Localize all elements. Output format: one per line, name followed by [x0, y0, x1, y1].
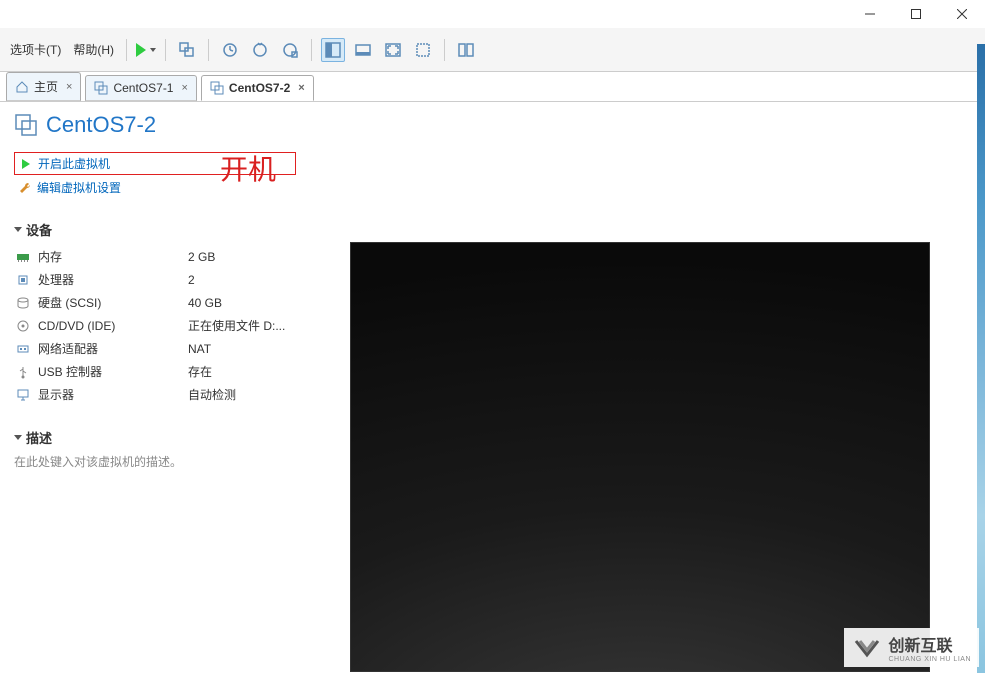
devices-section-header[interactable]: 设备	[14, 220, 296, 239]
tab-centos72[interactable]: CentOS7-2 ×	[201, 75, 314, 101]
tab-label: 主页	[34, 78, 58, 95]
vm-title: CentOS7-2	[46, 112, 156, 138]
device-value: 正在使用文件 D:...	[188, 317, 285, 334]
vm-icon	[14, 113, 38, 137]
device-row-net[interactable]: 网络适配器NAT	[14, 337, 296, 360]
chevron-down-icon	[150, 48, 156, 52]
description-section-header[interactable]: 描述	[14, 428, 296, 447]
cd-icon	[14, 319, 32, 333]
power-on-button[interactable]	[133, 41, 159, 59]
display-icon	[14, 388, 32, 402]
device-row-cpu[interactable]: 处理器2	[14, 268, 296, 291]
vm-header: CentOS7-2	[14, 112, 296, 138]
device-label: USB 控制器	[38, 363, 188, 380]
device-value: NAT	[188, 342, 211, 356]
device-value: 2 GB	[188, 250, 215, 264]
minimize-button[interactable]	[847, 0, 893, 28]
menu-tab-options[interactable]: 选项卡(T)	[4, 37, 67, 62]
device-label: CD/DVD (IDE)	[38, 319, 188, 333]
vm-icon	[94, 81, 108, 95]
maximize-button[interactable]	[893, 0, 939, 28]
watermark-sub: CHUANG XIN HU LIAN	[888, 656, 971, 663]
tab-home[interactable]: 主页 ×	[6, 72, 81, 101]
preview-panel	[310, 102, 985, 673]
fullscreen-button[interactable]	[381, 38, 405, 62]
tab-label: CentOS7-1	[113, 81, 173, 95]
play-icon	[136, 43, 146, 57]
library-button[interactable]	[454, 38, 478, 62]
home-icon	[15, 80, 29, 94]
snapshot-manager-button[interactable]	[278, 38, 302, 62]
devices-list: 内存2 GB处理器2硬盘 (SCSI)40 GBCD/DVD (IDE)正在使用…	[14, 245, 296, 406]
cpu-icon	[14, 273, 32, 287]
device-row-memory[interactable]: 内存2 GB	[14, 245, 296, 268]
net-icon	[14, 342, 32, 356]
menu-help[interactable]: 帮助(H)	[67, 37, 120, 62]
device-value: 存在	[188, 363, 212, 380]
annotation-poweron: 开机	[220, 148, 276, 188]
play-icon	[19, 157, 33, 171]
device-row-display[interactable]: 显示器自动检测	[14, 383, 296, 406]
description-placeholder[interactable]: 在此处键入对该虚拟机的描述。	[14, 453, 296, 470]
device-label: 处理器	[38, 271, 188, 288]
close-icon[interactable]: ×	[181, 82, 187, 94]
wrench-icon	[18, 181, 32, 195]
watermark-brand: 创新互联	[888, 632, 971, 656]
menubar: 选项卡(T) 帮助(H)	[0, 28, 985, 72]
watermark: 创新互联 CHUANG XIN HU LIAN	[844, 628, 979, 667]
memory-icon	[14, 250, 32, 264]
device-label: 内存	[38, 248, 188, 265]
device-value: 2	[188, 273, 195, 287]
device-label: 网络适配器	[38, 340, 188, 357]
chevron-down-icon	[14, 227, 22, 232]
vm-screen-preview[interactable]	[350, 242, 930, 672]
chevron-down-icon	[14, 435, 22, 440]
close-icon[interactable]: ×	[66, 81, 72, 93]
disk-icon	[14, 296, 32, 310]
close-icon[interactable]: ×	[298, 82, 304, 94]
vm-icon	[210, 81, 224, 95]
tab-centos71[interactable]: CentOS7-1 ×	[85, 75, 196, 101]
snapshot-revert-button[interactable]	[248, 38, 272, 62]
device-row-cd[interactable]: CD/DVD (IDE)正在使用文件 D:...	[14, 314, 296, 337]
send-to-back-button[interactable]	[175, 38, 199, 62]
stretch-button[interactable]	[411, 38, 435, 62]
close-button[interactable]	[939, 0, 985, 28]
device-label: 显示器	[38, 386, 188, 403]
tabbar: 主页 × CentOS7-1 × CentOS7-2 ×	[0, 72, 985, 102]
snapshot-button[interactable]	[218, 38, 242, 62]
watermark-logo-icon	[852, 633, 882, 663]
window-edge-decoration	[977, 44, 985, 673]
device-value: 自动检测	[188, 386, 236, 403]
device-value: 40 GB	[188, 296, 222, 310]
device-row-disk[interactable]: 硬盘 (SCSI)40 GB	[14, 291, 296, 314]
window-controls	[847, 0, 985, 28]
action-label: 开启此虚拟机	[38, 155, 110, 172]
device-label: 硬盘 (SCSI)	[38, 294, 188, 311]
device-row-usb[interactable]: USB 控制器存在	[14, 360, 296, 383]
action-label: 编辑虚拟机设置	[37, 179, 121, 196]
usb-icon	[14, 365, 32, 379]
view-unity-button[interactable]	[351, 38, 375, 62]
view-console-button[interactable]	[321, 38, 345, 62]
tab-label: CentOS7-2	[229, 81, 290, 95]
